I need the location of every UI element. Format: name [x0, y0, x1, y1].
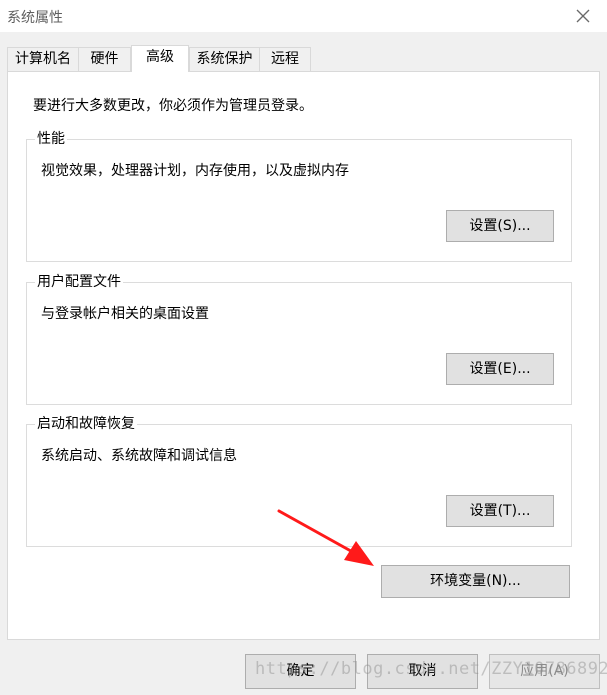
tab-remote[interactable]: 远程: [259, 47, 311, 71]
startup-recovery-legend: 启动和故障恢复: [35, 415, 137, 433]
watermark-text: https://blog.csdn.net/ZZY1078689276: [255, 659, 607, 679]
user-profiles-group: 用户配置文件 与登录帐户相关的桌面设置 设置(E)...: [26, 273, 572, 405]
tab-advanced[interactable]: 高级: [131, 45, 189, 72]
user-profiles-legend: 用户配置文件: [35, 273, 123, 291]
tab-panel-advanced: 要进行大多数更改，你必须作为管理员登录。 性能 视觉效果，处理器计划，内存使用，…: [7, 71, 600, 640]
startup-recovery-settings-button[interactable]: 设置(T)...: [446, 495, 554, 527]
close-icon: [576, 9, 590, 23]
startup-recovery-group: 启动和故障恢复 系统启动、系统故障和调试信息 设置(T)...: [26, 415, 572, 547]
performance-legend: 性能: [35, 130, 67, 148]
title-bar: 系统属性: [0, 0, 607, 32]
close-button[interactable]: [573, 6, 593, 26]
performance-description: 视觉效果，处理器计划，内存使用，以及虚拟内存: [41, 163, 349, 179]
admin-notice: 要进行大多数更改，你必须作为管理员登录。: [33, 98, 313, 114]
tab-hardware[interactable]: 硬件: [78, 47, 131, 71]
user-profiles-description: 与登录帐户相关的桌面设置: [41, 306, 209, 322]
performance-group: 性能 视觉效果，处理器计划，内存使用，以及虚拟内存 设置(S)...: [26, 130, 572, 262]
environment-variables-button[interactable]: 环境变量(N)...: [381, 565, 570, 598]
performance-settings-button[interactable]: 设置(S)...: [446, 210, 554, 242]
tab-computer-name[interactable]: 计算机名: [7, 47, 79, 71]
tab-system-protection[interactable]: 系统保护: [189, 47, 260, 71]
user-profiles-settings-button[interactable]: 设置(E)...: [446, 353, 554, 385]
window-title: 系统属性: [7, 10, 63, 26]
startup-recovery-description: 系统启动、系统故障和调试信息: [41, 448, 237, 464]
